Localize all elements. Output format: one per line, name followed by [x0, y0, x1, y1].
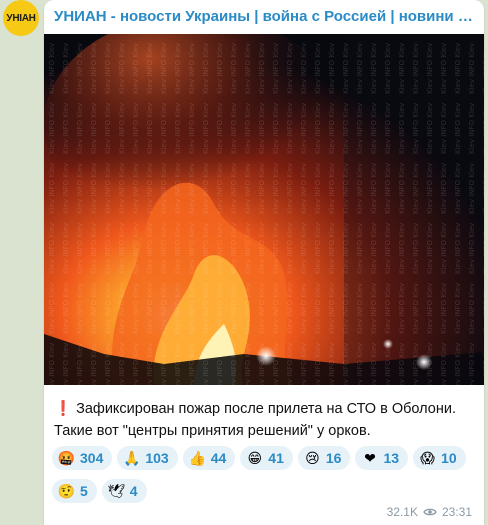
exclamation-icon: ❗ — [54, 401, 73, 417]
reaction-button[interactable]: 😱 10 — [413, 446, 466, 470]
reaction-button[interactable]: 🙏 103 — [117, 446, 178, 470]
channel-avatar[interactable]: УНІАН — [3, 0, 39, 36]
grinning-face-icon: 😁 — [247, 449, 263, 466]
post-caption: ❗ Зафиксирован пожар после прилета на СТО… — [54, 398, 474, 442]
reaction-button[interactable]: 👍 44 — [182, 446, 236, 470]
reactions-bar: 🤬 304 🙏 103 👍 44 😁 41 😢 16 ❤ 13 😱 10 🤨 5 🕊 4 — [52, 446, 482, 507]
reaction-count: 13 — [383, 450, 400, 466]
screaming-face-icon: 😱 — [420, 449, 435, 466]
reaction-count: 44 — [210, 450, 227, 466]
red-heart-icon: ❤ — [364, 449, 376, 466]
post-photo[interactable]: Kiev INFO Kiev — [44, 34, 484, 385]
eye-icon — [423, 508, 437, 516]
raised-eyebrow-icon: 🤨 — [57, 482, 76, 499]
reaction-count: 4 — [129, 483, 138, 499]
dove-icon: 🕊 — [107, 482, 126, 499]
reaction-count: 16 — [325, 450, 342, 466]
praying-hands-icon: 🙏 — [123, 449, 141, 466]
caption-line-2: Такие вот "центры принятия решений" у ор… — [54, 423, 371, 439]
caption-line-1: Зафиксирован пожар после прилета на СТО … — [76, 401, 456, 417]
reaction-button[interactable]: 😢 16 — [297, 446, 351, 470]
reaction-button[interactable]: 😁 41 — [240, 446, 293, 470]
reaction-button[interactable]: 🕊 4 — [101, 479, 147, 503]
reaction-button[interactable]: ❤ 13 — [355, 446, 409, 470]
crying-face-icon: 😢 — [305, 449, 320, 466]
message-bubble: УНИАН - новости Украины | война с Россие… — [44, 0, 484, 525]
message-meta: 32.1K 23:31 — [387, 505, 472, 519]
channel-title[interactable]: УНИАН - новости Украины | война с Россие… — [54, 8, 474, 25]
reaction-count: 41 — [268, 450, 284, 466]
thumbs-up-icon: 👍 — [188, 449, 206, 466]
view-count: 32.1K — [386, 505, 418, 519]
reaction-count: 103 — [145, 450, 169, 466]
reaction-count: 5 — [80, 483, 88, 499]
message-time: 23:31 — [441, 505, 472, 519]
reaction-count: 304 — [80, 450, 104, 466]
reaction-button[interactable]: 🤨 5 — [52, 479, 97, 503]
fire-photo-image: Kiev INFO Kiev — [44, 34, 484, 385]
reaction-count: 10 — [441, 450, 457, 466]
reaction-button[interactable]: 🤬 304 — [52, 446, 113, 470]
angry-face-icon: 🤬 — [57, 449, 76, 466]
